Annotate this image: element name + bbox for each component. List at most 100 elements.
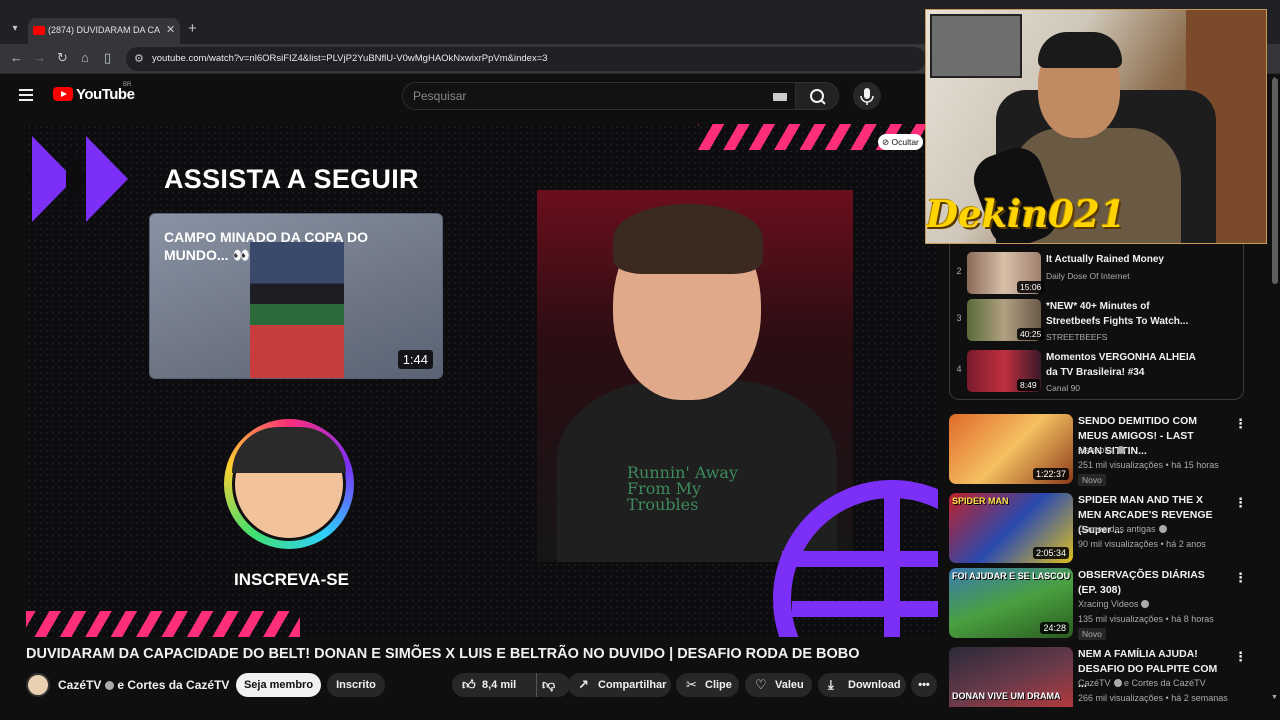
tab-search-dropdown-icon[interactable]: ▾ bbox=[6, 20, 24, 38]
channel-avatar[interactable] bbox=[26, 673, 50, 697]
new-tab-icon[interactable]: + bbox=[188, 20, 197, 37]
playlist-title: It Actually Rained Money bbox=[1046, 254, 1164, 265]
thanks-button[interactable]: ♡ Valeu bbox=[745, 673, 812, 697]
join-button[interactable]: Seja membro bbox=[236, 673, 321, 697]
playlist-channel: Daily Dose Of Internet bbox=[1046, 271, 1130, 281]
playlist-item[interactable]: 4 8:49 Momentos VERGONHA ALHEIA da TV Br… bbox=[955, 348, 1225, 394]
address-bar[interactable]: ⚙ youtube.com/watch?v=nl6ORsiFIZ4&list=P… bbox=[126, 47, 926, 71]
youtube-wordmark: YouTube bbox=[76, 86, 135, 103]
streamer-webcam-overlay: Dekin021 bbox=[925, 9, 1267, 244]
channel-name-text: CazéTV bbox=[58, 678, 102, 692]
recommended-meta: 251 mil visualizações • há 15 horas bbox=[1078, 460, 1219, 470]
thumbnail-caption: FOI AJUDAR E SE LASCOU bbox=[952, 571, 1071, 581]
scrollbar-thumb[interactable] bbox=[1272, 78, 1278, 284]
url-text: youtube.com/watch?v=nl6ORsiFIZ4&list=PLV… bbox=[152, 53, 548, 64]
more-actions-button[interactable]: ••• bbox=[911, 673, 937, 697]
keyboard-icon[interactable] bbox=[773, 93, 787, 101]
recommended-video[interactable]: SPIDER MAN 2:05:34 SPIDER MAN AND THE X … bbox=[949, 493, 1249, 563]
video-player[interactable]: ASSISTA A SEGUIR ⊘ Ocultar CAMPO MINADO … bbox=[26, 124, 938, 637]
recommended-thumbnail: FOI AJUDAR E SE LASCOU 24:28 bbox=[949, 568, 1073, 638]
playlist-index: 2 bbox=[956, 266, 962, 276]
more-vertical-icon[interactable]: ⋮ bbox=[1234, 495, 1247, 511]
playlist-item[interactable]: 3 40:25 *NEW* 40+ Minutes of Streetbeefs… bbox=[955, 297, 1225, 343]
youtube-play-icon bbox=[53, 87, 73, 101]
back-icon[interactable]: ← bbox=[10, 50, 23, 65]
clip-button[interactable]: ✂ Clipe bbox=[676, 673, 739, 697]
tab-title: (2874) DUVIDARAM DA CAPACIDADE DO BELT! bbox=[48, 25, 160, 35]
cartoon-avatar-icon bbox=[232, 427, 346, 541]
playlist-title: *NEW* 40+ Minutes of Streetbeefs Fights … bbox=[1046, 301, 1189, 327]
recommended-title: OBSERVAÇÕES DIÁRIAS (EP. 308) bbox=[1078, 569, 1205, 596]
share-icon: ↗ bbox=[578, 677, 589, 692]
like-button[interactable]: 👍︎ 8,4 mil 👎︎ bbox=[452, 673, 570, 697]
playlist-duration: 8:49 bbox=[1017, 379, 1040, 391]
verified-icon bbox=[1141, 600, 1150, 608]
search-button[interactable] bbox=[795, 82, 839, 110]
reload-icon[interactable]: ↻ bbox=[57, 50, 68, 66]
scissors-icon: ✂ bbox=[686, 677, 697, 692]
playlist-channel: STREETBEEFS bbox=[1046, 332, 1108, 342]
download-button[interactable]: ⤓ Download bbox=[818, 673, 906, 697]
voice-search-button[interactable] bbox=[853, 82, 881, 110]
subscribe-endscreen-label: INSCREVA-SE bbox=[234, 570, 349, 589]
video-title: DUVIDARAM DA CAPACIDADE DO BELT! DONAN E… bbox=[26, 646, 860, 662]
recommended-meta: 135 mil visualizações • há 8 horas bbox=[1078, 614, 1214, 624]
browser-tab[interactable]: (2874) DUVIDARAM DA CAPACIDADE DO BELT! … bbox=[28, 18, 180, 44]
search-icon bbox=[810, 89, 826, 105]
subscribed-button[interactable]: Inscrito bbox=[327, 673, 385, 697]
recommended-channel: CazéTV e Cortes da CazéTV bbox=[1078, 678, 1206, 688]
new-badge: Novo bbox=[1078, 628, 1106, 640]
site-info-icon[interactable]: ⚙ bbox=[134, 52, 144, 65]
playlist-duration: 40:25 bbox=[1017, 328, 1045, 340]
recommended-video[interactable]: DONAN VIVE UM DRAMA NEM A FAMÍLIA AJUDA!… bbox=[949, 647, 1249, 707]
download-label: Download bbox=[848, 679, 901, 691]
microphone-icon bbox=[860, 88, 874, 105]
playlist-duration: 15:06 bbox=[1017, 281, 1045, 293]
recommended-duration: 24:28 bbox=[1040, 622, 1069, 634]
subscribe-avatar-button[interactable] bbox=[224, 419, 354, 549]
search-input[interactable] bbox=[413, 87, 753, 105]
playlist-channel: Canal 90 bbox=[1046, 383, 1081, 393]
hide-label: Ocultar bbox=[891, 137, 919, 147]
home-icon[interactable]: ⌂ bbox=[81, 50, 89, 65]
globe-decor-icon bbox=[773, 480, 938, 637]
like-count: 8,4 mil bbox=[482, 679, 517, 691]
thumbs-up-icon: 👍︎ bbox=[462, 677, 476, 692]
playlist-item[interactable]: 2 15:06 It Actually Rained Money Daily D… bbox=[955, 250, 1225, 296]
thumbnail-caption: DONAN VIVE UM DRAMA bbox=[952, 691, 1061, 701]
more-vertical-icon[interactable]: ⋮ bbox=[1234, 416, 1247, 432]
playlist-title: Momentos VERGONHA ALHEIA da TV Brasileir… bbox=[1046, 352, 1196, 378]
recommended-thumbnail: SPIDER MAN 2:05:34 bbox=[949, 493, 1073, 563]
chevron-decor-icon bbox=[66, 136, 128, 222]
share-label: Compartilhar bbox=[598, 679, 667, 691]
hamburger-menu-icon[interactable] bbox=[19, 89, 33, 101]
endscreen-video-card[interactable]: CAMPO MINADO DA COPA DO MUNDO... 👀 1:44 bbox=[149, 213, 443, 379]
hide-endscreen-button[interactable]: ⊘ Ocultar bbox=[878, 134, 923, 150]
endcard-title: CAMPO MINADO DA COPA DO MUNDO... 👀 bbox=[164, 229, 369, 263]
more-vertical-icon[interactable]: ⋮ bbox=[1234, 649, 1247, 665]
recommended-video[interactable]: 1:22:37 SENDO DEMITIDO COM MEUS AMIGOS! … bbox=[949, 414, 1249, 486]
thumbs-down-icon[interactable]: 👎︎ bbox=[536, 673, 555, 697]
verified-icon bbox=[1158, 525, 1167, 533]
side-panel-icon[interactable]: ▯ bbox=[104, 50, 111, 66]
channel-name[interactable]: CazéTV e Cortes da CazéTV bbox=[58, 678, 229, 692]
recommended-channel: alanzoka bbox=[1078, 445, 1126, 455]
clip-label: Clipe bbox=[705, 679, 732, 691]
playlist-index: 4 bbox=[956, 364, 962, 374]
download-icon: ⤓ bbox=[828, 677, 834, 692]
search-box bbox=[402, 82, 796, 110]
share-button[interactable]: ↗ Compartilhar bbox=[568, 673, 671, 697]
more-vertical-icon[interactable]: ⋮ bbox=[1234, 570, 1247, 586]
thumbnail-caption: SPIDER MAN bbox=[952, 496, 1009, 506]
tab-close-icon[interactable]: ✕ bbox=[166, 23, 175, 36]
recommended-channel: Xracing Videos bbox=[1078, 599, 1150, 609]
streamer-hair bbox=[1038, 32, 1122, 68]
recommended-duration: 1:22:37 bbox=[1032, 468, 1069, 480]
forward-icon[interactable]: → bbox=[33, 50, 46, 65]
youtube-favicon-icon bbox=[33, 26, 45, 35]
scroll-down-icon[interactable]: ▼ bbox=[1271, 694, 1278, 701]
thanks-label: Valeu bbox=[775, 679, 804, 691]
channel-collab-text: e Cortes da CazéTV bbox=[117, 678, 230, 692]
recommended-video[interactable]: FOI AJUDAR E SE LASCOU 24:28 OBSERVAÇÕES… bbox=[949, 568, 1249, 640]
wall-poster bbox=[930, 14, 1022, 78]
